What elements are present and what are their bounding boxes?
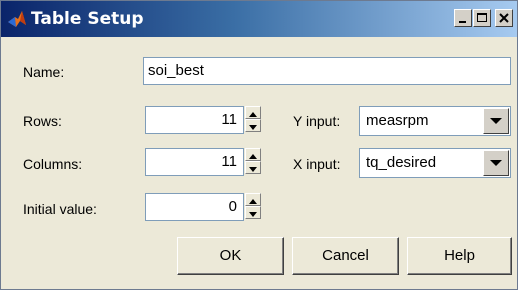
y-input-label: Y input: [293, 113, 341, 129]
columns-input-value: 11 [221, 153, 237, 170]
initial-value-input[interactable]: 0 [145, 193, 244, 221]
minimize-icon [459, 21, 466, 23]
maximize-button[interactable] [473, 9, 491, 27]
initial-value-input-value: 0 [228, 198, 237, 215]
window-title: Table Setup [31, 9, 144, 29]
cancel-button[interactable]: Cancel [292, 237, 399, 275]
x-input-dropdown-arrow[interactable] [483, 150, 509, 176]
initial-value-label: Initial value: [23, 201, 97, 217]
name-label: Name: [23, 64, 65, 80]
triangle-down-icon [249, 212, 257, 217]
help-button[interactable]: Help [407, 237, 512, 275]
x-input-dropdown[interactable]: tq_desired [359, 148, 511, 178]
chevron-down-icon [490, 160, 502, 166]
chevron-down-icon [490, 118, 502, 124]
dialog-body: Name: soi_best Rows: 11 Y input: measrpm… [1, 37, 517, 289]
close-icon [499, 13, 509, 23]
columns-spin-down[interactable] [245, 161, 261, 174]
rows-label: Rows: [23, 113, 62, 129]
columns-input[interactable]: 11 [145, 148, 244, 176]
title-bar[interactable]: Table Setup [1, 1, 517, 37]
y-input-value: measrpm [366, 112, 429, 129]
ok-button[interactable]: OK [177, 237, 284, 275]
maximize-icon [477, 13, 487, 22]
matlab-logo-icon [8, 11, 26, 27]
y-input-dropdown-arrow[interactable] [483, 108, 509, 134]
rows-spinner [245, 106, 261, 132]
triangle-down-icon [249, 125, 257, 130]
close-button[interactable] [495, 9, 513, 27]
triangle-down-icon [249, 167, 257, 172]
rows-spin-down[interactable] [245, 119, 261, 132]
name-input[interactable]: soi_best [143, 57, 511, 85]
x-input-value: tq_desired [366, 154, 437, 171]
rows-input-value: 11 [221, 111, 237, 128]
initial-value-spinner [245, 193, 261, 219]
name-input-value: soi_best [148, 62, 204, 79]
table-setup-dialog: Table Setup Name: soi_best Rows: 11 Y in… [0, 0, 518, 290]
columns-label: Columns: [23, 156, 83, 172]
y-input-dropdown[interactable]: measrpm [359, 106, 511, 136]
columns-spinner [245, 148, 261, 174]
x-input-label: X input: [293, 156, 341, 172]
rows-input[interactable]: 11 [145, 106, 244, 134]
initial-value-spin-down[interactable] [245, 206, 261, 219]
rows-spin-up[interactable] [245, 106, 261, 119]
initial-value-spin-up[interactable] [245, 193, 261, 206]
columns-spin-up[interactable] [245, 148, 261, 161]
minimize-button[interactable] [454, 9, 472, 27]
